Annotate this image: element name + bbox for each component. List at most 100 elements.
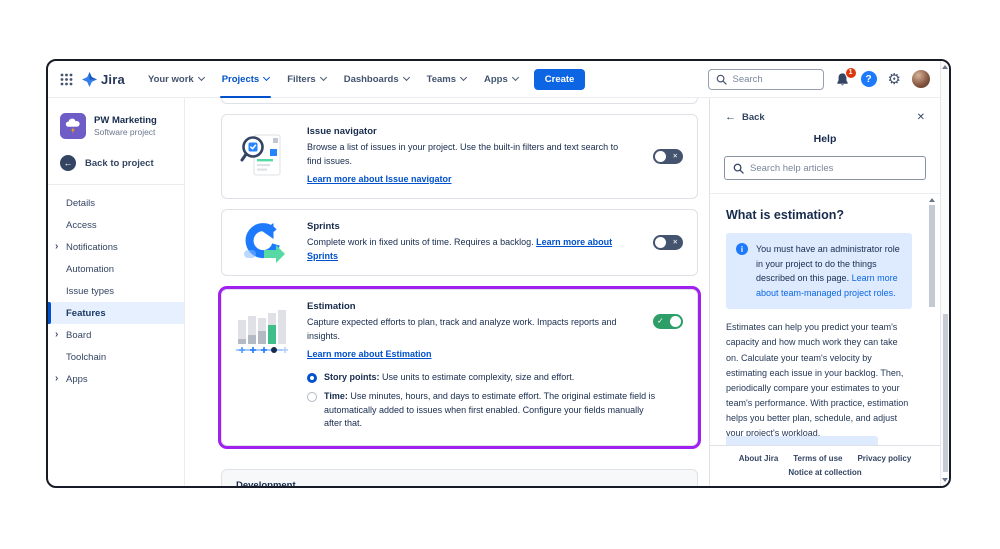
- notifications-bell-icon[interactable]: 1: [835, 72, 850, 87]
- privacy-policy-link[interactable]: Privacy policy: [857, 454, 911, 463]
- global-search-input[interactable]: [733, 74, 816, 85]
- estimation-toggle[interactable]: ✓: [653, 314, 683, 329]
- radio-unselected-icon[interactable]: [307, 392, 317, 402]
- project-name: PW Marketing: [94, 115, 157, 127]
- global-search-box[interactable]: [708, 69, 824, 90]
- chevron-right-icon: ›: [55, 330, 58, 340]
- about-jira-link[interactable]: About Jira: [739, 454, 779, 463]
- learn-more-estimation-link[interactable]: Learn more about Estimation: [307, 349, 432, 359]
- help-article: What is estimation? i You must have an a…: [710, 194, 940, 445]
- help-icon[interactable]: ?: [861, 71, 877, 87]
- sidebar-item-issue-types[interactable]: Issue types: [48, 280, 184, 302]
- window-body: PW Marketing Software project ← Back to …: [48, 98, 940, 486]
- toggle-on-check-icon: ✓: [657, 317, 664, 326]
- jira-logo[interactable]: Jira: [82, 72, 125, 87]
- help-footer: About Jira Terms of use Privacy policy N…: [710, 445, 940, 486]
- sprints-toggle[interactable]: ✕: [653, 235, 683, 250]
- sprints-illustration-icon: [240, 221, 286, 263]
- notice-at-collection-link[interactable]: Notice at collection: [788, 468, 861, 477]
- estimation-illustration-icon: [236, 308, 290, 354]
- development-section: Development: [221, 469, 698, 486]
- user-avatar[interactable]: [912, 70, 930, 88]
- chevron-down-icon: [460, 74, 467, 81]
- nav-item-your-work[interactable]: Your work: [139, 61, 213, 98]
- estimation-feature-card: Estimation Capture expected efforts to p…: [221, 289, 698, 447]
- features-main-content: over time. Learn more about Goals: [185, 98, 709, 486]
- window-content: Jira Your work Projects Filters Dashboar…: [48, 61, 940, 486]
- help-search-input[interactable]: [750, 163, 917, 174]
- help-search-box[interactable]: [724, 156, 926, 180]
- project-header: PW Marketing Software project: [48, 111, 184, 148]
- sprints-feature-card: Sprints Complete work in fixed units of …: [221, 209, 698, 276]
- close-icon[interactable]: ✕: [917, 112, 925, 123]
- chevron-down-icon: [403, 74, 410, 81]
- jira-logo-text: Jira: [101, 72, 125, 87]
- estimation-options: Story points: Use units to estimate comp…: [307, 371, 683, 432]
- scrollbar-thumb[interactable]: [929, 205, 935, 307]
- sidebar-item-details[interactable]: Details: [48, 192, 184, 214]
- help-back-button[interactable]: ← Back: [725, 111, 765, 123]
- goals-feature-card: over time. Learn more about Goals: [221, 98, 698, 104]
- scrollbar-thumb[interactable]: [943, 314, 948, 472]
- back-to-project-button[interactable]: ← Back to project: [48, 148, 184, 184]
- chevron-right-icon: ›: [55, 374, 58, 384]
- nav-right-section: 1 ? ⚙: [708, 69, 930, 90]
- sidebar-item-access[interactable]: Access: [48, 214, 184, 236]
- window-scrollbar[interactable]: [940, 61, 949, 486]
- help-panel: ← Back ✕ Help What is estimation?: [709, 98, 940, 486]
- search-icon: [733, 163, 744, 174]
- jira-logo-icon: [82, 72, 97, 87]
- terms-of-use-link[interactable]: Terms of use: [793, 454, 842, 463]
- nav-item-projects[interactable]: Projects: [213, 61, 279, 98]
- sidebar-item-apps[interactable]: › Apps: [48, 368, 184, 390]
- admin-role-info-box: i You must have an administrator role in…: [726, 233, 912, 309]
- sidebar-divider: [48, 184, 184, 185]
- feature-description: Complete work in fixed units of time. Re…: [307, 236, 630, 264]
- settings-gear-icon[interactable]: ⚙: [888, 72, 901, 87]
- back-arrow-icon: ←: [725, 111, 736, 123]
- project-type: Software project: [94, 127, 157, 138]
- help-article-title: What is estimation?: [726, 208, 912, 222]
- search-icon: [716, 74, 727, 85]
- chevron-down-icon: [263, 74, 270, 81]
- sidebar-item-board[interactable]: › Board: [48, 324, 184, 346]
- partial-info-box: [726, 436, 878, 445]
- project-settings-sidebar: PW Marketing Software project ← Back to …: [48, 98, 185, 486]
- nav-item-filters[interactable]: Filters: [278, 61, 335, 98]
- info-icon: i: [736, 243, 748, 255]
- nav-item-apps[interactable]: Apps: [475, 61, 527, 98]
- jira-window: Jira Your work Projects Filters Dashboar…: [46, 59, 951, 488]
- story-points-option[interactable]: Story points: Use units to estimate comp…: [307, 371, 661, 385]
- scroll-down-arrow-icon[interactable]: [942, 478, 948, 482]
- help-panel-title: Help: [710, 126, 940, 156]
- feature-title: Sprints: [307, 221, 630, 232]
- create-button[interactable]: Create: [534, 69, 586, 90]
- sidebar-item-toolchain[interactable]: Toolchain: [48, 346, 184, 368]
- learn-more-issue-navigator-link[interactable]: Learn more about Issue navigator: [307, 174, 452, 184]
- sidebar-item-notifications[interactable]: › Notifications: [48, 236, 184, 258]
- toggle-off-x-icon: ✕: [673, 152, 678, 160]
- feature-title: Issue navigator: [307, 126, 630, 137]
- notification-count-badge: 1: [845, 67, 857, 79]
- back-arrow-icon: ←: [60, 155, 76, 171]
- help-paragraph: Estimates can help you predict your team…: [726, 320, 912, 441]
- top-navigation-bar: Jira Your work Projects Filters Dashboar…: [48, 61, 940, 98]
- help-scrollbar[interactable]: [928, 198, 936, 441]
- feature-description: Browse a list of issues in your project.…: [307, 141, 630, 169]
- toggle-off-x-icon: ✕: [673, 238, 678, 246]
- issue-navigator-feature-card: Issue navigator Browse a list of issues …: [221, 114, 698, 199]
- project-avatar-icon: [60, 113, 86, 139]
- development-section-heading: Development: [236, 480, 683, 486]
- feature-description: Capture expected efforts to plan, track …: [307, 316, 630, 344]
- radio-selected-icon[interactable]: [307, 373, 317, 383]
- issue-navigator-toggle[interactable]: ✕: [653, 149, 683, 164]
- feature-title: Estimation: [307, 301, 630, 312]
- nav-item-dashboards[interactable]: Dashboards: [335, 61, 418, 98]
- scroll-up-arrow-icon[interactable]: [929, 198, 935, 202]
- sidebar-item-automation[interactable]: Automation: [48, 258, 184, 280]
- scroll-up-arrow-icon[interactable]: [942, 65, 948, 69]
- time-option[interactable]: Time: Use minutes, hours, and days to es…: [307, 390, 661, 432]
- nav-item-teams[interactable]: Teams: [418, 61, 475, 98]
- app-switcher-icon[interactable]: [60, 73, 73, 86]
- sidebar-item-features[interactable]: Features: [48, 302, 184, 324]
